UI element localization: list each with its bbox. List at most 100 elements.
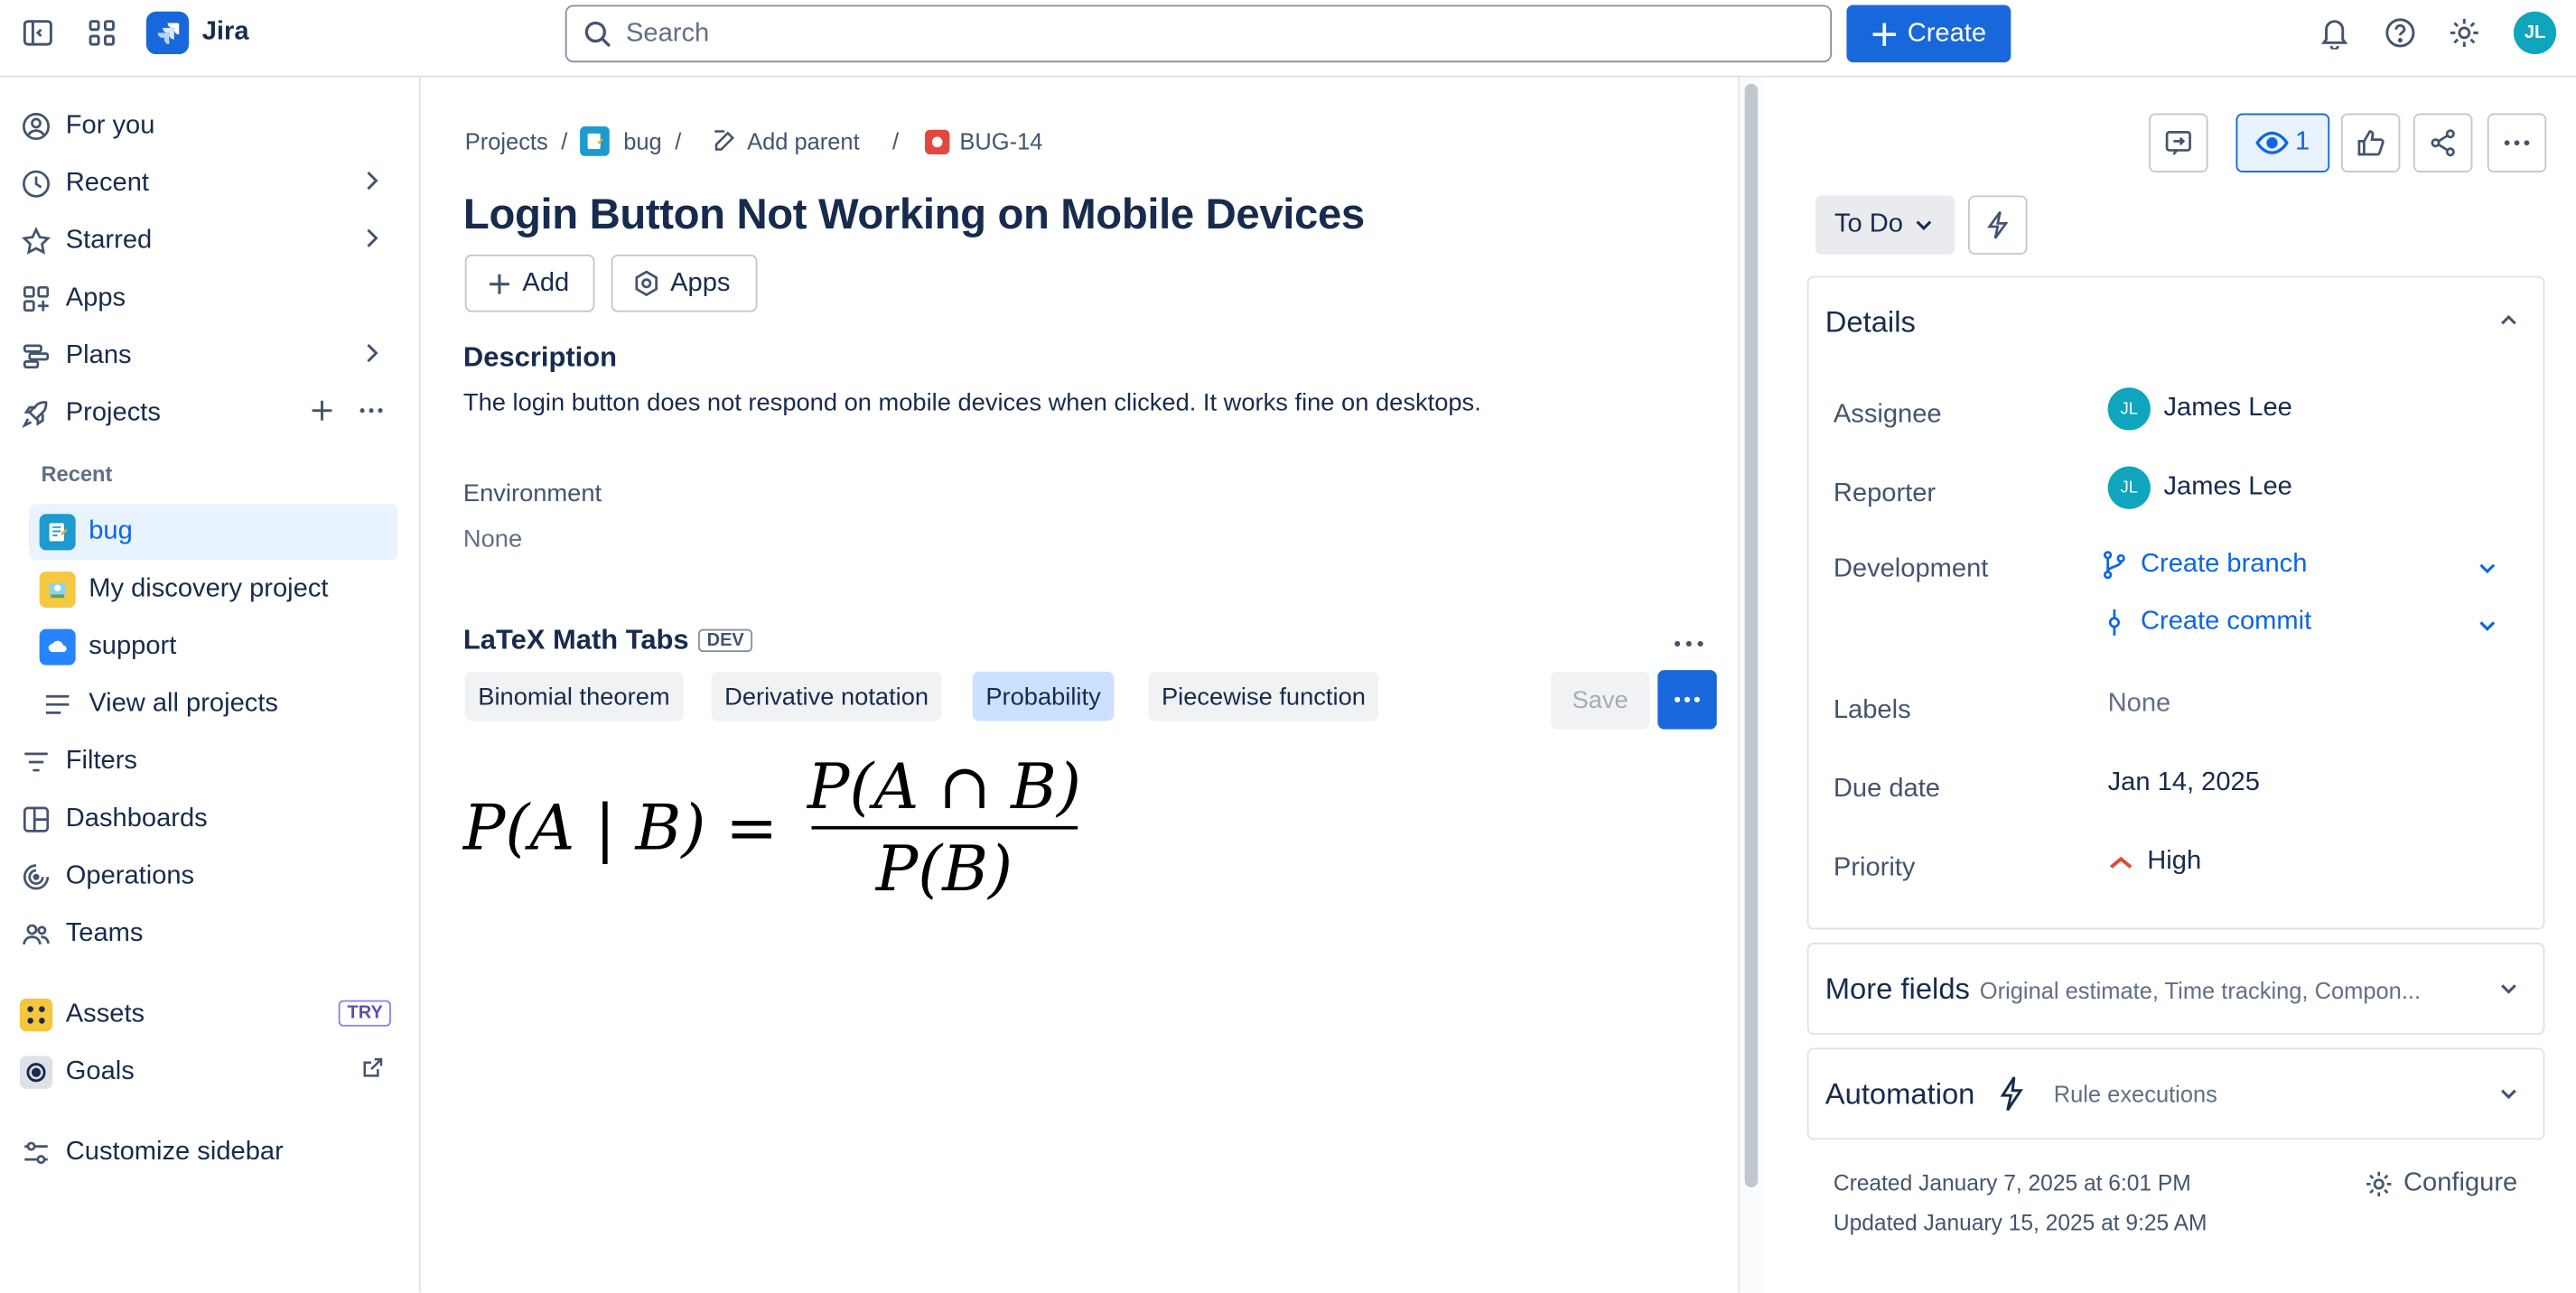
chevron-down-icon[interactable]	[2497, 1083, 2520, 1114]
breadcrumb-add-parent[interactable]: Add parent	[747, 128, 860, 154]
priority-field[interactable]: High	[2108, 848, 2201, 878]
sidebar-item-plans[interactable]: Plans	[20, 330, 401, 383]
sidebar-item-projects[interactable]: Projects	[20, 387, 401, 440]
sidebar-item-label: Dashboards	[65, 805, 208, 833]
sidebar-item-apps[interactable]: Apps	[20, 273, 401, 325]
main-scrollbar[interactable]	[1738, 77, 1763, 1293]
more-fields-card[interactable]: More fields Original estimate, Time trac…	[1806, 943, 2545, 1035]
app-switcher-icon[interactable]	[79, 10, 125, 56]
feedback-button[interactable]	[2149, 113, 2208, 172]
customize-sidebar[interactable]: Customize sidebar	[20, 1127, 401, 1179]
search-input[interactable]: Search	[565, 5, 1833, 63]
sidebar-item-dashboards[interactable]: Dashboards	[20, 794, 401, 846]
reporter-field[interactable]: JL James Lee	[2107, 466, 2292, 509]
scrollbar-thumb[interactable]	[1744, 83, 1759, 1188]
share-button[interactable]	[2413, 113, 2473, 172]
latex-title-text: LaTeX Math Tabs	[462, 624, 689, 656]
recent-projects-heading: Recent	[41, 461, 113, 487]
save-button[interactable]: Save	[1551, 671, 1650, 730]
like-button[interactable]	[2340, 113, 2401, 172]
automation-card[interactable]: Automation Rule executions	[1806, 1047, 2545, 1140]
chevron-down-icon[interactable]	[2476, 614, 2498, 646]
watch-button[interactable]: 1	[2235, 113, 2330, 172]
chevron-down-icon[interactable]	[2497, 977, 2520, 1009]
chevron-right-icon[interactable]	[359, 168, 385, 202]
reporter-name: James Lee	[2163, 472, 2292, 501]
more-fields-title: More fields	[1825, 972, 1970, 1006]
sidebar-project-bug[interactable]: bug	[29, 504, 398, 561]
create-button[interactable]: Create	[1846, 5, 2011, 63]
fraction-bar	[811, 825, 1078, 830]
add-button[interactable]: Add	[464, 254, 595, 312]
status-dropdown[interactable]: To Do	[1815, 195, 1955, 255]
sidebar-item-for-you[interactable]: For you	[20, 100, 401, 153]
sidebar-item-starred[interactable]: Starred	[20, 215, 401, 267]
configure-button[interactable]: Configure	[2364, 1169, 2517, 1199]
settings-gear-icon[interactable]	[2441, 10, 2487, 56]
help-icon[interactable]	[2377, 10, 2423, 56]
sidebar-item-recent[interactable]: Recent	[20, 158, 401, 210]
sidebar-item-teams[interactable]: Teams	[20, 908, 401, 961]
user-circle-icon	[20, 110, 52, 143]
assignee-field[interactable]: JL James Lee	[2107, 387, 2292, 431]
create-branch-link[interactable]: Create branch	[2101, 550, 2307, 580]
discovery-project-icon	[39, 571, 76, 608]
teams-icon	[20, 918, 52, 951]
add-project-plus-icon[interactable]	[309, 397, 335, 432]
jira-logo-icon	[145, 11, 190, 55]
breadcrumb-issue-key[interactable]: BUG-14	[959, 128, 1042, 154]
create-commit-link[interactable]: Create commit	[2101, 608, 2311, 637]
automation-bolt-button[interactable]	[1968, 195, 2028, 255]
external-link-icon[interactable]	[361, 1056, 384, 1088]
chevron-up-icon[interactable]	[2497, 309, 2520, 340]
latex-more-icon[interactable]	[1673, 624, 1705, 658]
branch-icon	[2103, 551, 2125, 580]
sidebar-project-discovery[interactable]: My discovery project	[30, 562, 397, 618]
chevron-down-icon[interactable]	[2476, 557, 2498, 589]
priority-high-icon	[2109, 856, 2133, 869]
sidebar-toggle-icon[interactable]	[14, 10, 61, 56]
sidebar-project-support[interactable]: support	[30, 619, 397, 675]
app-name: Jira	[201, 18, 249, 46]
tab-piecewise-function[interactable]: Piecewise function	[1148, 671, 1379, 721]
description-text[interactable]: The login button does not respond on mob…	[463, 389, 1481, 417]
try-badge: TRY	[339, 1000, 391, 1027]
create-commit-label: Create commit	[2141, 607, 2312, 636]
environment-value[interactable]: None	[463, 526, 522, 553]
sidebar-item-filters[interactable]: Filters	[20, 736, 401, 788]
tab-binomial-theorem[interactable]: Binomial theorem	[464, 671, 684, 721]
sidebar-item-label: Apps	[65, 284, 126, 312]
automation-header: Automation Rule executions	[1825, 1075, 2217, 1112]
feedback-icon	[2165, 131, 2191, 155]
chevron-right-icon[interactable]	[359, 340, 385, 375]
tab-derivative-notation[interactable]: Derivative notation	[711, 671, 942, 721]
user-avatar[interactable]: JL	[2513, 11, 2557, 55]
details-heading[interactable]: Details	[1825, 305, 1916, 340]
issue-title[interactable]: Login Button Not Working on Mobile Devic…	[463, 189, 1365, 239]
breadcrumb-projects[interactable]: Projects	[465, 128, 548, 154]
development-label: Development	[1833, 554, 1989, 583]
more-actions-button[interactable]	[2487, 113, 2547, 172]
breadcrumb-project[interactable]: bug	[623, 128, 661, 154]
cloud-project-icon	[39, 628, 76, 665]
chevron-right-icon[interactable]	[359, 225, 385, 259]
labels-value[interactable]: None	[2108, 690, 2171, 720]
reporter-avatar: JL	[2107, 466, 2151, 509]
environment-label: Environment	[462, 479, 602, 508]
search-icon	[584, 20, 611, 47]
tab-probability[interactable]: Probability	[972, 671, 1115, 721]
notifications-bell-icon[interactable]	[2311, 10, 2357, 56]
assets-icon	[19, 998, 53, 1032]
sidebar-item-goals[interactable]: Goals	[19, 1046, 401, 1099]
due-date-value[interactable]: Jan 14, 2025	[2108, 768, 2260, 798]
sidebar-item-operations[interactable]: Operations	[20, 851, 401, 903]
assignee-label: Assignee	[1833, 400, 1942, 429]
view-all-projects[interactable]: View all projects	[30, 676, 397, 732]
thumbs-up-icon	[2357, 130, 2385, 156]
sidebar-item-assets[interactable]: Assets TRY	[19, 989, 401, 1041]
latex-actions-button[interactable]	[1657, 670, 1717, 730]
projects-more-icon[interactable]	[359, 397, 385, 432]
apps-button[interactable]: Apps	[611, 254, 758, 312]
create-label: Create	[1907, 18, 1987, 47]
jira-logo[interactable]: Jira	[145, 11, 249, 55]
